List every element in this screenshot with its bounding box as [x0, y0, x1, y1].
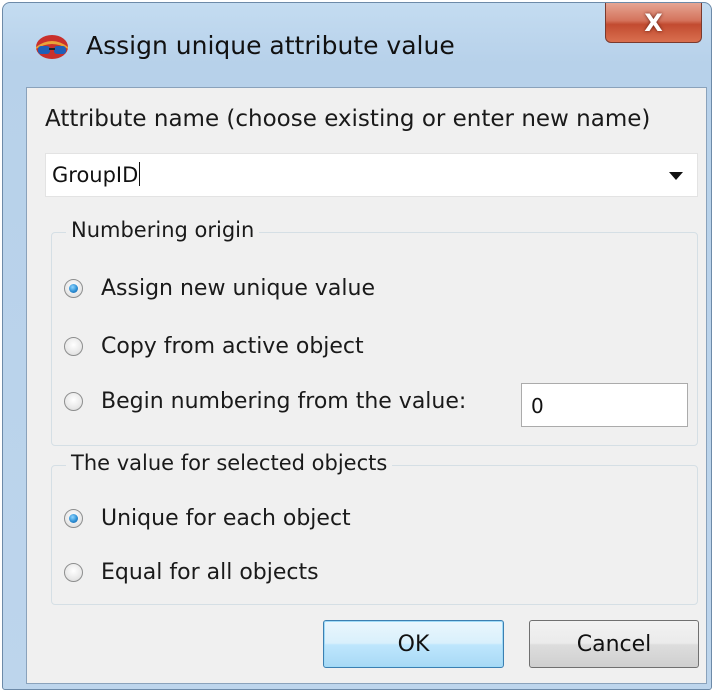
- title-bar[interactable]: Assign unique attribute value X: [3, 3, 711, 87]
- attribute-name-label: Attribute name (choose existing or enter…: [45, 106, 651, 132]
- start-value-text: 0: [531, 394, 544, 418]
- ok-button[interactable]: OK: [323, 620, 504, 668]
- cancel-button[interactable]: Cancel: [529, 620, 699, 668]
- numbering-origin-group: Numbering origin Assign new unique value…: [51, 218, 698, 446]
- text-caret: [139, 162, 141, 186]
- radio-label: Begin numbering from the value:: [101, 388, 467, 414]
- window-title: Assign unique attribute value: [86, 31, 455, 60]
- radio-copy-from-active-object[interactable]: Copy from active object: [64, 331, 364, 361]
- radio-button-icon[interactable]: [64, 562, 83, 582]
- selected-objects-title: The value for selected objects: [66, 451, 393, 475]
- radio-label: Copy from active object: [101, 333, 364, 359]
- app-logo-icon: [36, 35, 68, 59]
- radio-assign-new-unique-value[interactable]: Assign new unique value: [64, 273, 375, 303]
- radio-button-icon[interactable]: [64, 508, 83, 528]
- radio-button-icon[interactable]: [64, 278, 83, 298]
- dialog-body: Attribute name (choose existing or enter…: [26, 87, 707, 684]
- close-button[interactable]: X: [605, 3, 702, 43]
- attribute-name-value: GroupID: [52, 163, 139, 187]
- radio-button-icon[interactable]: [64, 336, 83, 356]
- radio-button-icon[interactable]: [64, 391, 83, 411]
- selected-objects-group: The value for selected objects Unique fo…: [51, 451, 698, 605]
- radio-unique-for-each-object[interactable]: Unique for each object: [64, 503, 351, 533]
- close-icon: X: [644, 8, 663, 37]
- dialog-window: Assign unique attribute value X Attribut…: [2, 2, 712, 690]
- dropdown-arrow-icon[interactable]: [669, 172, 683, 180]
- numbering-origin-title: Numbering origin: [66, 218, 260, 242]
- radio-equal-for-all-objects[interactable]: Equal for all objects: [64, 557, 319, 587]
- radio-label: Assign new unique value: [101, 275, 375, 301]
- attribute-name-combobox[interactable]: GroupID: [45, 153, 698, 197]
- radio-label: Equal for all objects: [101, 559, 319, 585]
- radio-label: Unique for each object: [101, 505, 351, 531]
- start-value-input[interactable]: 0: [521, 383, 688, 427]
- radio-begin-numbering-from-value[interactable]: Begin numbering from the value:: [64, 386, 466, 416]
